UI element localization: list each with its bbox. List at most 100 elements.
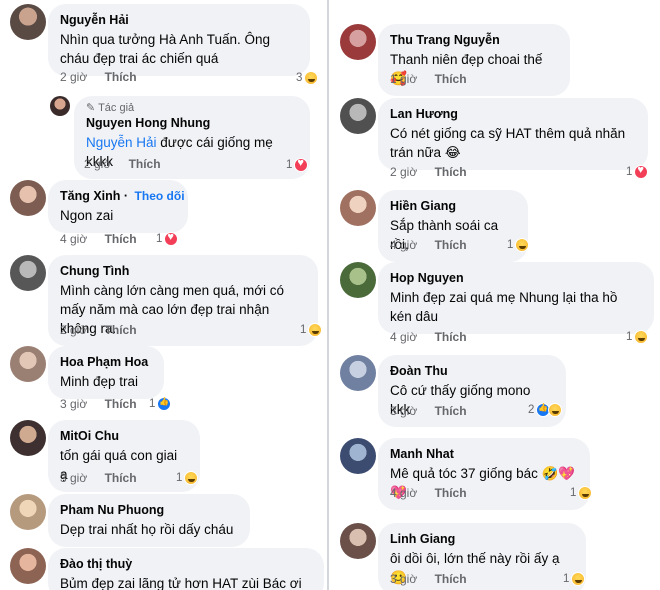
comment-time[interactable]: 3 giờ: [60, 471, 87, 485]
reaction-summary[interactable]: 3: [296, 69, 319, 87]
comment-time[interactable]: 2 giờ: [60, 70, 87, 84]
like-button[interactable]: Thích: [105, 232, 137, 246]
like-button[interactable]: Thích: [105, 397, 137, 411]
avatar[interactable]: [50, 96, 70, 116]
commenter-name[interactable]: Nguyen Hong Nhung: [86, 115, 298, 131]
avatar[interactable]: [340, 262, 376, 298]
comment-meta: 4 giờ Thích: [390, 330, 467, 344]
reaction-summary[interactable]: 1: [286, 156, 309, 174]
reaction-summary[interactable]: 1: [176, 469, 199, 487]
haha-icon: [304, 71, 319, 85]
avatar[interactable]: [340, 523, 376, 559]
commenter-name[interactable]: Linh Giang: [390, 531, 574, 547]
comment-bubble: Hoa Phạm Hoa Minh đẹp trai: [48, 346, 164, 399]
commenter-name[interactable]: Pham Nu Phuong: [60, 502, 238, 518]
commenter-name[interactable]: Manh Nhat: [390, 446, 578, 462]
reaction-count: 2: [528, 404, 535, 416]
like-button[interactable]: Thích: [435, 572, 467, 586]
avatar[interactable]: [10, 180, 46, 216]
reaction-summary[interactable]: 1: [156, 230, 179, 248]
like-button[interactable]: Thích: [105, 70, 137, 84]
comment-time[interactable]: 4 giờ: [60, 232, 87, 246]
haha-icon: [184, 471, 199, 485]
comment-text: Minh đẹp trai: [60, 374, 139, 389]
reaction-count: 3: [296, 72, 303, 84]
commenter-name[interactable]: Lan Hương: [390, 106, 636, 122]
reaction-summary[interactable]: 1: [570, 484, 593, 502]
like-button[interactable]: Thích: [105, 471, 137, 485]
avatar[interactable]: [10, 4, 46, 40]
reaction-summary[interactable]: 1: [149, 395, 172, 413]
like-button[interactable]: Thích: [435, 486, 467, 500]
comment-time[interactable]: 3 giờ: [390, 572, 417, 586]
comment-text: Nhìn qua tưởng Hà Anh Tuấn. Ông cháu đẹp…: [60, 32, 271, 66]
like-button[interactable]: Thích: [435, 72, 467, 86]
reaction-count: 1: [626, 331, 633, 343]
comment-time[interactable]: 3 giờ: [390, 404, 417, 418]
reaction-count: 1: [286, 159, 293, 171]
comment-time[interactable]: 2 giờ: [84, 157, 111, 171]
follow-button[interactable]: Theo dõi: [135, 189, 185, 203]
reaction-summary[interactable]: 2: [528, 401, 563, 419]
haha-icon: [571, 572, 586, 586]
comment-bubble: Nguyễn Hải Nhìn qua tưởng Hà Anh Tuấn. Ô…: [48, 4, 310, 76]
reaction-summary[interactable]: 1: [626, 328, 649, 346]
comment-time[interactable]: 1 giờ: [390, 72, 417, 86]
like-button[interactable]: Thích: [105, 323, 137, 337]
avatar[interactable]: [340, 190, 376, 226]
haha-icon: [548, 403, 563, 417]
avatar[interactable]: [10, 346, 46, 382]
comment-meta: 4 giờ Thích: [60, 232, 137, 246]
comment-time[interactable]: 3 giờ: [60, 397, 87, 411]
commenter-name[interactable]: Chung Tình: [60, 263, 306, 279]
comment-bubble: Lan Hương Có nét giống ca sỹ HAT thêm qu…: [378, 98, 648, 170]
reaction-count: 1: [300, 324, 307, 336]
avatar[interactable]: [340, 98, 376, 134]
avatar[interactable]: [340, 355, 376, 391]
comment-text: Bủm đẹp zai lãng tử hơn HAT zùi Bác ơi: [60, 576, 302, 590]
love-icon: [294, 157, 309, 172]
commenter-name[interactable]: Hop Nguyen: [390, 270, 642, 286]
comment-time[interactable]: 2 giờ: [60, 323, 87, 337]
commenter-name[interactable]: Hiền Giang: [390, 198, 516, 214]
comment-time[interactable]: 4 giờ: [390, 486, 417, 500]
comment-time[interactable]: 4 giờ: [390, 330, 417, 344]
commenter-name[interactable]: Thu Trang Nguyễn: [390, 32, 558, 48]
like-button[interactable]: Thích: [435, 165, 467, 179]
comment-time[interactable]: 4 giờ: [390, 238, 417, 252]
reaction-summary[interactable]: 1: [626, 163, 649, 181]
commenter-name[interactable]: Nguyễn Hải: [60, 12, 298, 28]
reaction-count: 1: [507, 239, 514, 251]
like-button[interactable]: Thích: [129, 157, 161, 171]
like-icon: [157, 397, 172, 411]
reaction-summary[interactable]: 1: [300, 321, 323, 339]
comment-time[interactable]: 2 giờ: [390, 165, 417, 179]
avatar[interactable]: [340, 438, 376, 474]
love-icon: [634, 164, 649, 179]
commenter-name[interactable]: Đoàn Thu: [390, 363, 554, 379]
author-tag: ✎ Tác giả: [86, 102, 135, 114]
like-button[interactable]: Thích: [435, 330, 467, 344]
commenter-name[interactable]: Hoa Phạm Hoa: [60, 354, 152, 370]
comment-meta: 3 giờ Thích: [60, 471, 137, 485]
pencil-icon: ✎: [86, 102, 96, 114]
mention-link[interactable]: Nguyễn Hải: [86, 135, 157, 150]
comment-meta: 2 giờ Thích: [60, 70, 137, 84]
comment-meta: 4 giờ Thích: [390, 486, 467, 500]
commenter-name[interactable]: Đào thị thuỳ: [60, 556, 312, 572]
comment-meta: 2 giờ Thích: [390, 165, 467, 179]
commenter-name[interactable]: MitOi Chu: [60, 428, 188, 444]
avatar[interactable]: [10, 494, 46, 530]
like-button[interactable]: Thích: [435, 238, 467, 252]
avatar[interactable]: [10, 420, 46, 456]
reaction-summary[interactable]: 1: [507, 236, 530, 254]
like-button[interactable]: Thích: [435, 404, 467, 418]
love-icon: [164, 231, 179, 246]
reaction-summary[interactable]: 1: [563, 570, 586, 588]
comment-meta: 3 giờ Thích: [390, 404, 467, 418]
comment-text: Dẹp trai nhất họ rồi dấy cháu: [60, 522, 234, 537]
avatar[interactable]: [10, 548, 46, 584]
comment-bubble: Pham Nu Phuong Dẹp trai nhất họ rồi dấy …: [48, 494, 250, 547]
avatar[interactable]: [10, 255, 46, 291]
avatar[interactable]: [340, 24, 376, 60]
